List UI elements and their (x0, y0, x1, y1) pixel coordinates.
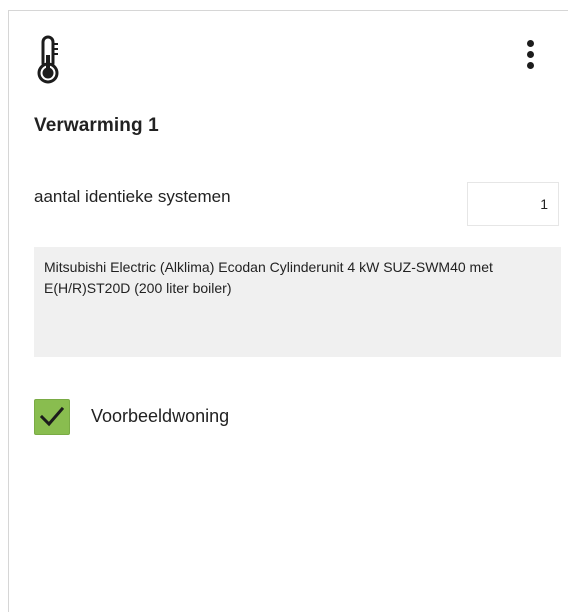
identical-systems-label: aantal identieke systemen (34, 187, 231, 206)
system-card: Verwarming 1 aantal identieke systemen M… (8, 10, 568, 612)
more-options-button[interactable] (517, 35, 545, 75)
example-dwelling-label: Voorbeeldwoning (91, 406, 230, 426)
identical-systems-input[interactable] (467, 182, 559, 226)
example-dwelling-checkbox[interactable] (34, 399, 70, 435)
card-title: Verwarming 1 (34, 115, 159, 136)
system-description: Mitsubishi Electric (Alklima) Ecodan Cyl… (34, 247, 561, 357)
thermometer-icon (37, 35, 59, 84)
checkmark-icon (40, 406, 64, 427)
